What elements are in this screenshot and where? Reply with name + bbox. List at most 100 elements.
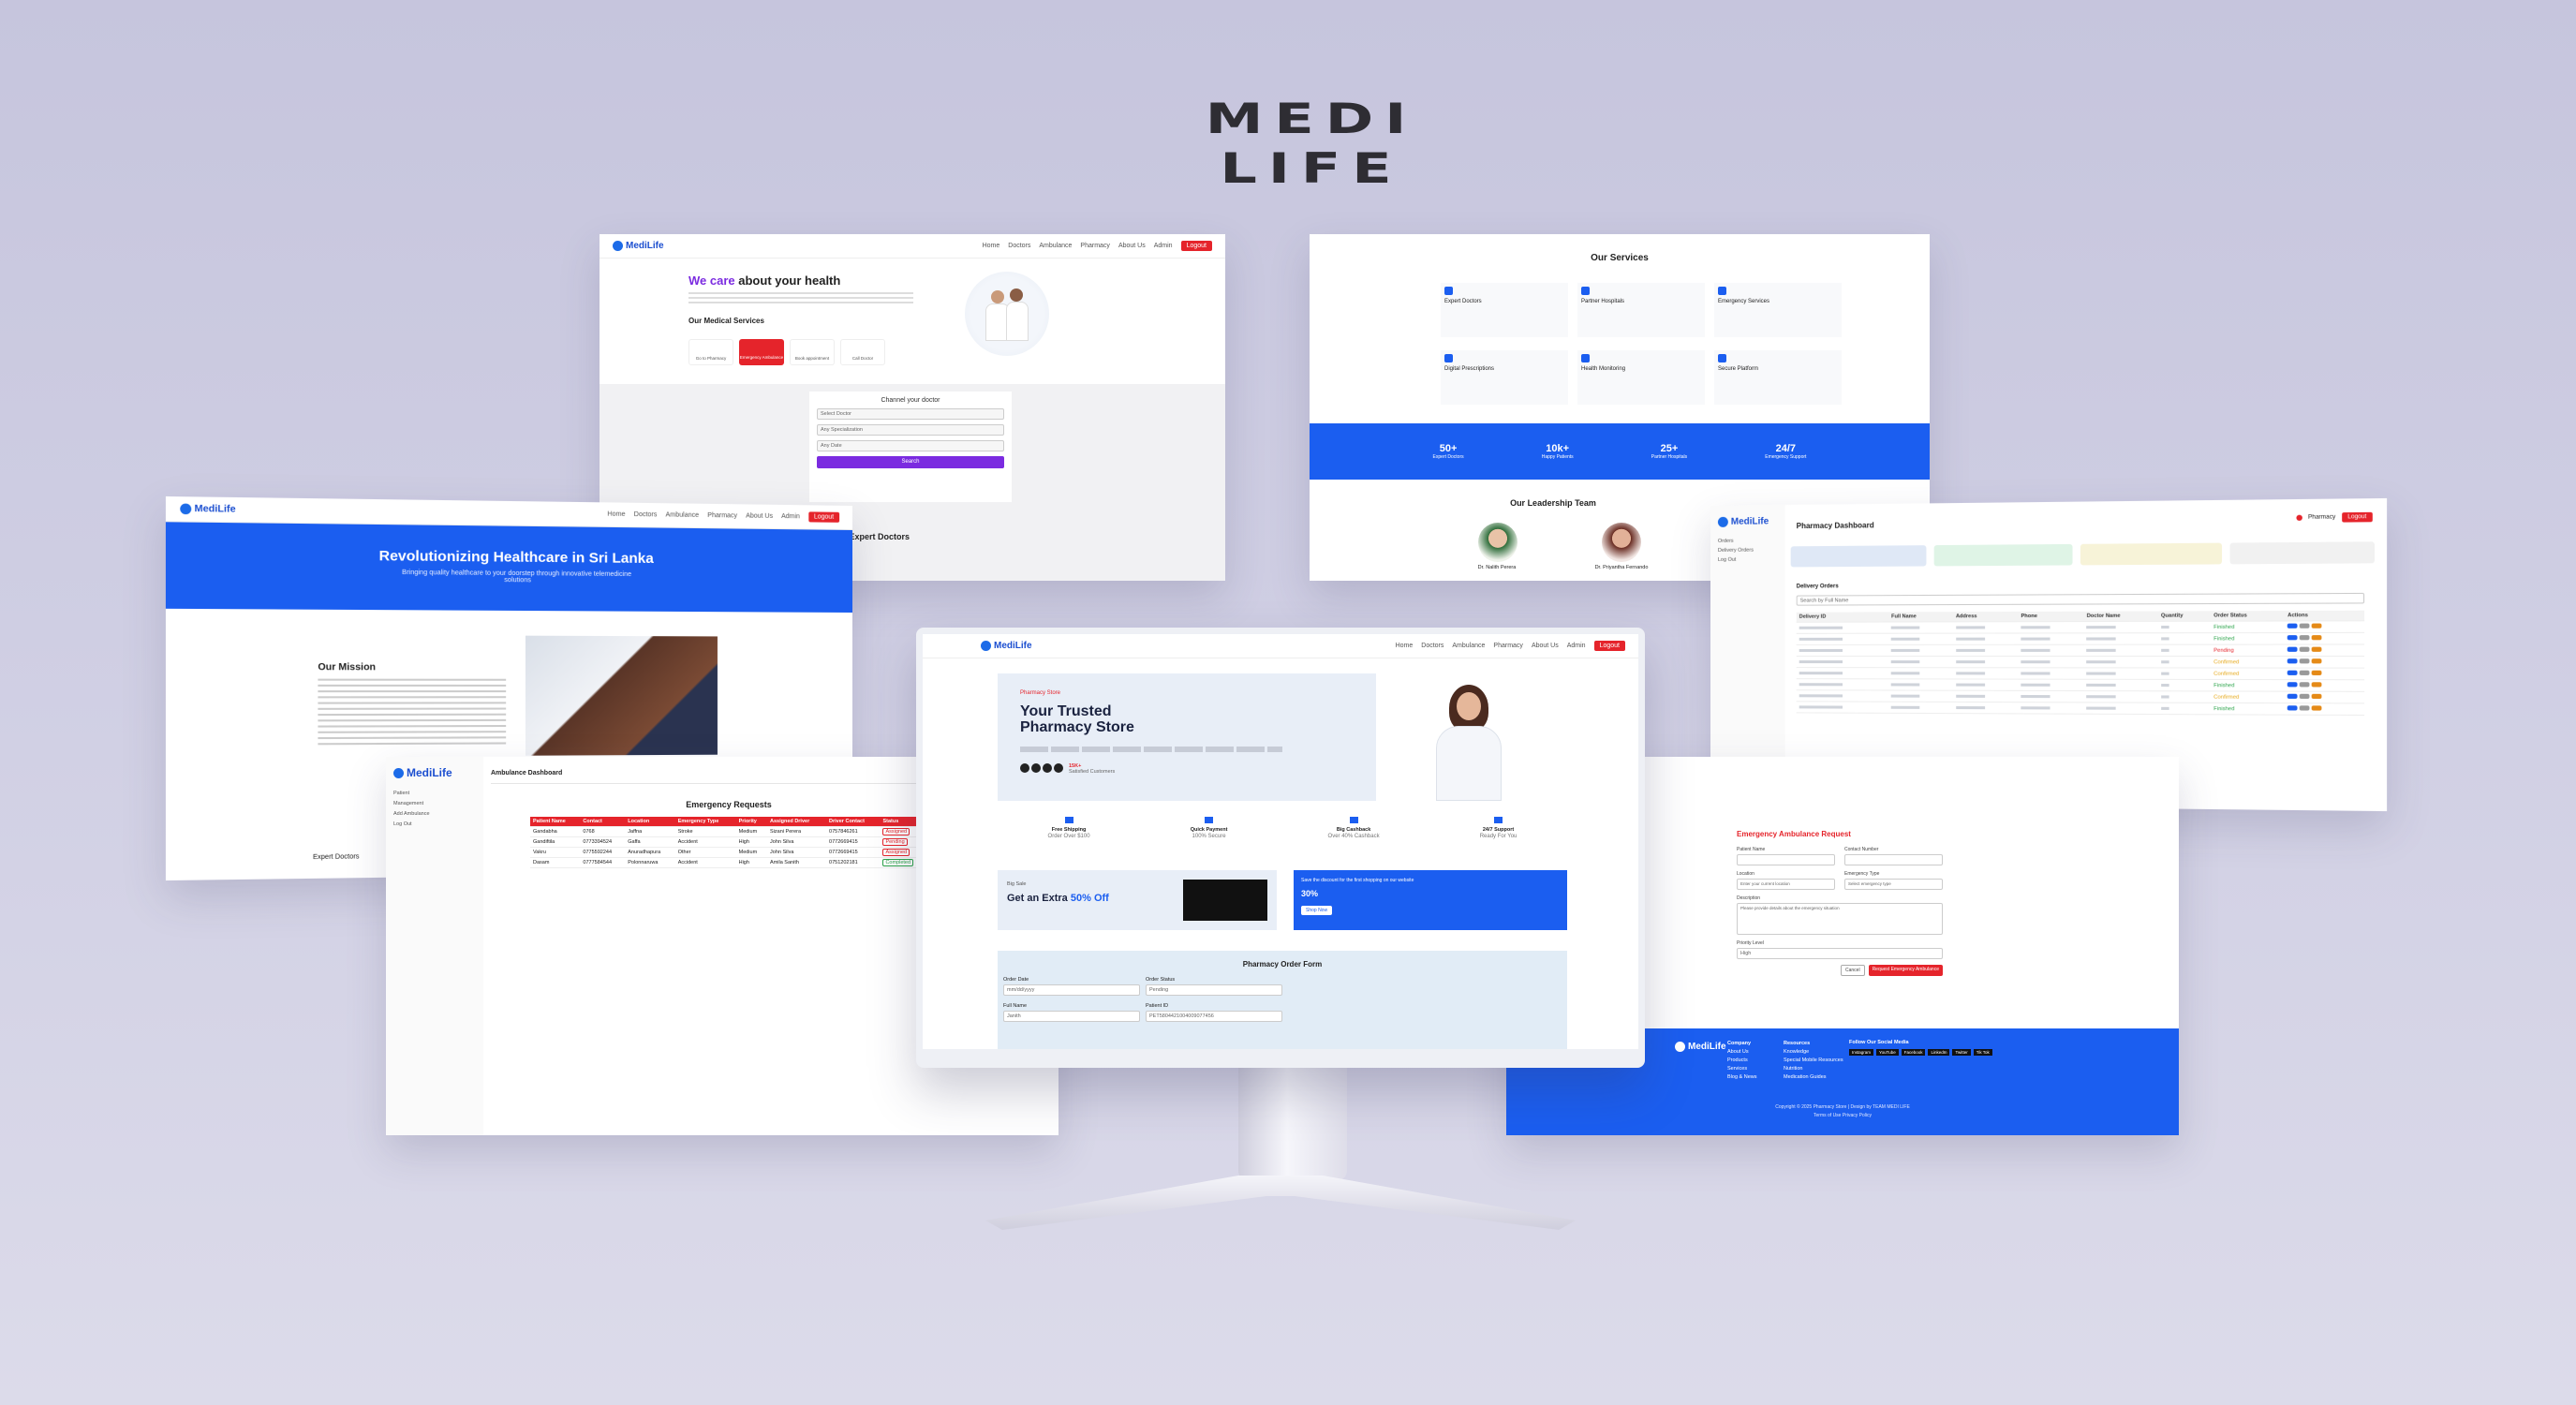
patient-name-input[interactable] [1737,854,1835,865]
footer-link-guides[interactable]: Medication Guides [1784,1073,1843,1082]
store-logout-button[interactable]: Logout [1594,641,1625,651]
assign-button[interactable] [2312,624,2322,629]
full-name-input[interactable]: Janith [1003,1011,1140,1022]
appointment-service-button[interactable]: Book appointment [790,339,835,365]
delete-icon[interactable] [2300,635,2310,640]
description-textarea[interactable]: Please provide details about the emergen… [1737,903,1943,935]
ambulance-side-logout[interactable]: Log Out [393,820,476,830]
assign-button[interactable] [2312,635,2322,640]
sidebar-logo[interactable]: MediLife [1718,516,1778,527]
view-button[interactable] [2287,647,2298,652]
ambulance-side-management[interactable]: Management [393,799,476,809]
sidebar-item-orders[interactable]: Orders [1718,536,1778,546]
logo[interactable]: MediLife [613,241,664,251]
delete-icon[interactable] [2300,624,2310,629]
search-button[interactable]: Search [817,456,1004,468]
nav-ambulance[interactable]: Ambulance [1039,243,1072,249]
view-button[interactable] [2287,682,2298,687]
doctor-select[interactable]: Select Doctor [817,408,1004,420]
footer-link-mobile[interactable]: Special Mobile Resources [1784,1057,1843,1065]
nav-pharmacy[interactable]: Pharmacy [1080,243,1110,249]
footer-link-services[interactable]: Services [1727,1065,1757,1073]
assign-button[interactable] [2312,705,2322,710]
facebook-button[interactable]: Facebook [1902,1049,1926,1056]
delete-icon[interactable] [2300,658,2310,663]
order-status-select[interactable]: Pending [1146,984,1282,996]
terms-links[interactable]: Terms of Use Privacy Policy [1506,1112,2179,1120]
location-input[interactable]: Enter your current location [1737,879,1835,890]
store-nav-doctors[interactable]: Doctors [1421,643,1443,649]
shop-now-button[interactable]: Shop Now [1301,906,1332,915]
sidebar-item-logout[interactable]: Log Out [1718,555,1778,564]
date-input[interactable]: Any Date [817,440,1004,451]
order-date-input[interactable]: mm/dd/yyyy [1003,984,1140,996]
nav-doctors[interactable]: Doctors [1008,243,1030,249]
store-nav-pharmacy[interactable]: Pharmacy [1493,643,1523,649]
assign-button[interactable] [2312,694,2322,699]
tiktok-button[interactable]: Tik Tok [1974,1049,1992,1056]
logout-button[interactable]: Logout [1181,241,1212,251]
linkedin-button[interactable]: LinkedIn [1928,1049,1949,1056]
view-button[interactable] [2287,635,2298,640]
view-button[interactable] [2287,658,2298,663]
footer-link-nutrition[interactable]: Nutrition [1784,1065,1843,1073]
about-nav-about[interactable]: About Us [746,513,773,520]
call-doctor-button[interactable]: Call Doctor [840,339,885,365]
footer-link-about[interactable]: About Us [1727,1048,1757,1057]
instagram-button[interactable]: Instagram [1849,1049,1873,1056]
sidebar-item-delivery[interactable]: Delivery Orders [1718,545,1778,555]
delete-icon[interactable] [2300,694,2310,699]
about-nav-pharmacy[interactable]: Pharmacy [707,512,737,519]
about-logo[interactable]: MediLife [180,504,235,515]
view-button[interactable] [2287,671,2298,675]
view-button[interactable] [2287,694,2298,699]
store-nav-about[interactable]: About Us [1532,643,1559,649]
assign-button[interactable] [2312,682,2322,687]
view-button[interactable] [2287,624,2298,629]
notification-icon[interactable] [2296,515,2302,521]
store-logo[interactable]: MediLife [981,641,1032,651]
delete-icon[interactable] [2300,705,2310,710]
view-button[interactable] [2287,705,2298,710]
pharmacy-logout-button[interactable]: Logout [2342,512,2373,523]
admin-link[interactable]: Admin [1154,243,1173,249]
patient-id-input[interactable]: PET5804421004009077456 [1146,1011,1282,1022]
contact-input[interactable] [1844,854,1943,865]
delete-icon[interactable] [2300,682,2310,687]
priority-select[interactable]: High [1737,948,1943,959]
footer-logo[interactable]: MediLife [1675,1042,1726,1052]
assign-button[interactable] [2312,658,2322,663]
footer-link-knowledge[interactable]: Knowledge [1784,1048,1843,1057]
store-nav-home[interactable]: Home [1396,643,1414,649]
request-ambulance-button[interactable]: Request Emergency Ambulance [1869,965,1943,976]
delete-icon[interactable] [2300,647,2310,652]
delivery-search-input[interactable]: Search by Full Name [1797,593,2364,606]
customer-count: 15K+ Satisfied Customers [1069,763,1115,775]
about-admin-link[interactable]: Admin [781,513,800,520]
store-admin-link[interactable]: Admin [1567,643,1586,649]
pharmacy-service-button[interactable]: Go to Pharmacy [688,339,733,365]
about-logout-button[interactable]: Logout [808,511,839,522]
about-nav-ambulance[interactable]: Ambulance [666,511,700,519]
delete-icon[interactable] [2300,671,2310,675]
assign-button[interactable] [2312,671,2322,675]
cancel-button[interactable]: Cancel [1841,965,1865,976]
ambulance-side-add[interactable]: Add Ambulance [393,809,476,820]
assign-button[interactable] [2312,647,2322,652]
emergency-type-select[interactable]: Select emergency type [1844,879,1943,890]
col-status: Order Status [2211,611,2285,621]
nav-about[interactable]: About Us [1118,243,1146,249]
twitter-button[interactable]: Twitter [1952,1049,1970,1056]
specialization-select[interactable]: Any Specialization [817,424,1004,436]
ambulance-sidebar-logo[interactable]: MediLife [393,766,476,779]
footer-link-products[interactable]: Products [1727,1057,1757,1065]
ambulance-service-button[interactable]: Emergency Ambulance [739,339,784,365]
about-nav-doctors[interactable]: Doctors [634,511,658,518]
youtube-button[interactable]: YouTube [1876,1049,1899,1056]
ambulance-side-patient[interactable]: Patient [393,789,476,799]
table-cell [1888,679,1953,690]
footer-link-blog[interactable]: Blog & News [1727,1073,1757,1082]
nav-home[interactable]: Home [983,243,1000,249]
store-nav-ambulance[interactable]: Ambulance [1452,643,1485,649]
about-nav-home[interactable]: Home [607,511,625,518]
